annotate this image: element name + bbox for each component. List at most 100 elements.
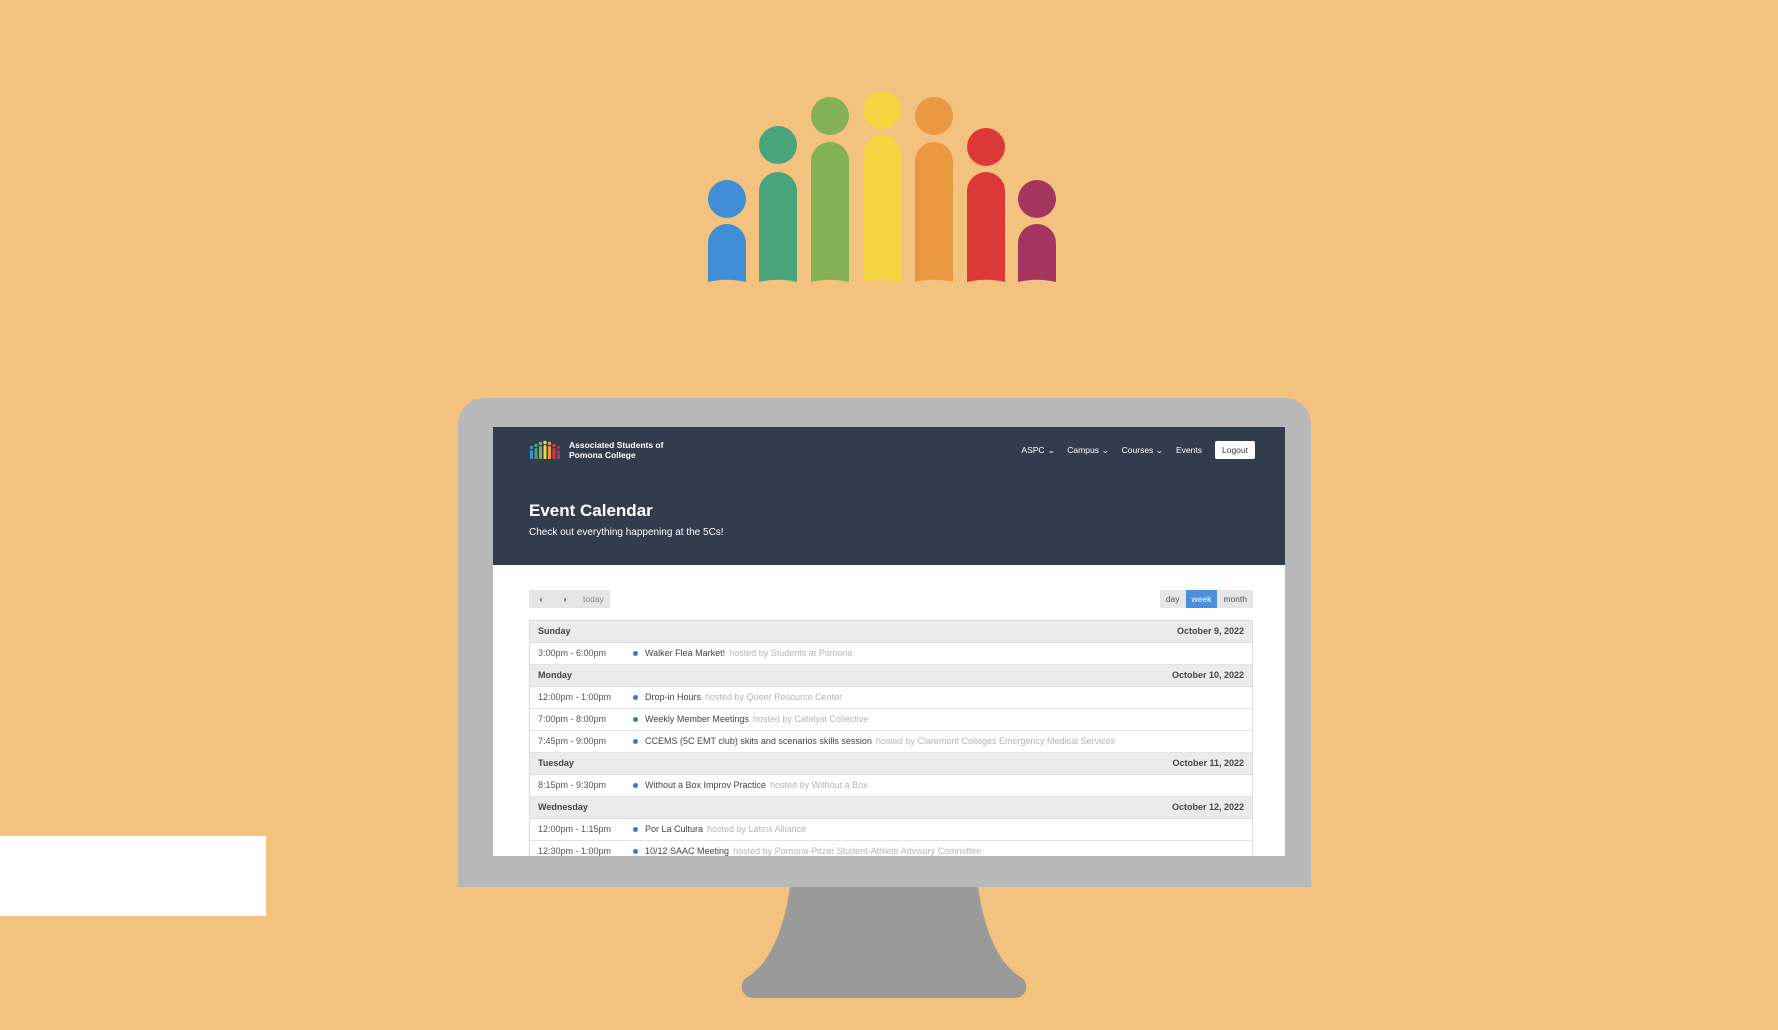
logo-body <box>530 450 533 459</box>
logo-body <box>539 446 542 459</box>
event-dot-icon <box>633 739 638 744</box>
event-dot-icon <box>633 849 638 854</box>
event-host: hosted by Without a Box <box>770 780 868 790</box>
logo-body <box>548 446 551 459</box>
event-title: Walker Flea Market! <box>645 648 726 658</box>
calendar-toolbar: ‹ › today day week month <box>493 590 1285 620</box>
logo-body <box>708 224 746 282</box>
logout-button[interactable]: Logout <box>1215 441 1255 459</box>
nav-aspc-label: ASPC <box>1021 445 1045 455</box>
logo-body <box>1018 224 1056 282</box>
logo-body <box>543 445 547 459</box>
event-row[interactable]: 12:30pm - 1:00pm 10/12 SAAC Meeting host… <box>530 841 1252 856</box>
event-time: 12:00pm - 1:00pm <box>538 692 612 702</box>
event-title: Weekly Member Meetings <box>645 714 749 724</box>
event-dot-icon <box>633 783 638 788</box>
event-dot-icon <box>633 827 638 832</box>
event-time: 8:15pm - 9:30pm <box>538 780 607 790</box>
event-title: Without a Box Improv Practice <box>645 780 767 790</box>
chevron-down-icon: ⌄ <box>1101 445 1110 455</box>
brand-line-2: Pomona College <box>569 450 636 460</box>
event-host: hosted by Latinx Alliance <box>707 824 807 834</box>
day-name: Tuesday <box>538 758 574 768</box>
view-switcher: day week month <box>1159 590 1253 608</box>
event-title: Por La Cultura <box>645 824 704 834</box>
event-host: hosted by Catalyst Collective <box>752 714 869 724</box>
aspc-logo <box>708 91 1056 282</box>
nav-events[interactable]: Events <box>1176 445 1202 455</box>
main-nav: ASPC ⌄ Campus ⌄ Courses ⌄ Events Logout <box>1021 441 1255 459</box>
event-title: CCEMS (5C EMT club) skits and scenarios … <box>645 736 872 746</box>
logo-body <box>552 448 556 459</box>
day-name: Monday <box>538 670 573 680</box>
event-time: 7:45pm - 9:00pm <box>538 736 607 746</box>
page-title: Event Calendar <box>529 501 653 520</box>
view-month-button[interactable]: month <box>1217 590 1253 608</box>
logo-head <box>556 445 561 450</box>
event-time: 12:30pm - 1:00pm <box>538 846 612 856</box>
logo-head <box>759 126 797 164</box>
logo-head <box>967 128 1005 166</box>
logo-head <box>529 445 534 450</box>
day-name: Sunday <box>538 626 571 636</box>
nav-courses[interactable]: Courses ⌄ <box>1121 445 1164 455</box>
event-row[interactable]: 7:45pm - 9:00pm CCEMS (5C EMT club) skit… <box>530 731 1252 753</box>
nav-campus[interactable]: Campus ⌄ <box>1067 445 1110 455</box>
site-header: Associated Students of Pomona College AS… <box>493 427 1285 565</box>
day-header: Monday October 10, 2022 <box>530 665 1252 687</box>
nav-events-label: Events <box>1176 445 1202 455</box>
event-dot-icon <box>633 695 638 700</box>
nav-campus-label: Campus <box>1067 445 1099 455</box>
event-host: hosted by Pomona-Pitzer Student-Athlete … <box>733 846 982 856</box>
page-subtitle: Check out everything happening at the 5C… <box>529 527 724 538</box>
logo-head <box>1018 180 1056 218</box>
event-dot-icon <box>633 717 638 722</box>
view-week-button[interactable]: week <box>1185 590 1218 608</box>
day-date: October 9, 2022 <box>1176 626 1244 636</box>
view-day-button[interactable]: day <box>1159 590 1186 608</box>
aspc-logo-icon <box>529 440 561 459</box>
logo-head <box>811 97 849 135</box>
logo-body <box>759 172 797 282</box>
prev-week-button[interactable]: ‹ <box>529 590 553 608</box>
event-dot-icon <box>633 651 638 656</box>
logo-body <box>863 135 901 282</box>
logo-body <box>534 448 538 459</box>
day-date: October 12, 2022 <box>1171 802 1244 812</box>
logo-body <box>557 450 560 459</box>
event-time: 3:00pm - 6:00pm <box>538 648 607 658</box>
logo-head <box>915 97 953 135</box>
brand[interactable]: Associated Students of Pomona College <box>529 440 679 460</box>
event-host: hosted by Claremont Colleges Emergency M… <box>875 736 1116 746</box>
logo-head <box>543 440 547 445</box>
chevron-down-icon: ⌄ <box>1046 445 1055 455</box>
day-date: October 10, 2022 <box>1171 670 1244 680</box>
logo-body <box>967 172 1005 282</box>
next-week-button[interactable]: › <box>553 590 577 608</box>
logo-head <box>538 441 543 446</box>
day-date: October 11, 2022 <box>1172 758 1244 768</box>
nav-aspc[interactable]: ASPC ⌄ <box>1021 445 1055 455</box>
logo-head <box>708 180 746 218</box>
logo-head <box>534 443 538 448</box>
event-title: 10/12 SAAC Meeting <box>645 846 730 856</box>
event-time: 12:00pm - 1:15pm <box>538 824 612 834</box>
event-title: Drop-in Hours <box>645 692 702 702</box>
event-list: Sunday October 9, 2022 3:00pm - 6:00pm W… <box>529 620 1253 856</box>
event-row[interactable]: 8:15pm - 9:30pm Without a Box Improv Pra… <box>530 775 1252 797</box>
logo-head <box>863 91 901 129</box>
event-row[interactable]: 3:00pm - 6:00pm Walker Flea Market! host… <box>530 643 1252 665</box>
event-row[interactable]: 12:00pm - 1:00pm Drop-in Hours hosted by… <box>530 687 1252 709</box>
white-block <box>0 836 266 916</box>
logo-body <box>811 142 849 282</box>
event-host: hosted by Students at Pomona <box>729 648 853 658</box>
today-button[interactable]: today <box>577 590 610 608</box>
logo-head <box>552 443 556 448</box>
event-row[interactable]: 12:00pm - 1:15pm Por La Cultura hosted b… <box>530 819 1252 841</box>
day-name: Wednesday <box>538 802 588 812</box>
event-row[interactable]: 7:00pm - 8:00pm Weekly Member Meetings h… <box>530 709 1252 731</box>
nav-courses-label: Courses <box>1121 445 1154 455</box>
event-time: 7:00pm - 8:00pm <box>538 714 607 724</box>
day-header: Tuesday October 11, 2022 <box>530 753 1252 775</box>
day-header: Wednesday October 12, 2022 <box>530 797 1252 819</box>
